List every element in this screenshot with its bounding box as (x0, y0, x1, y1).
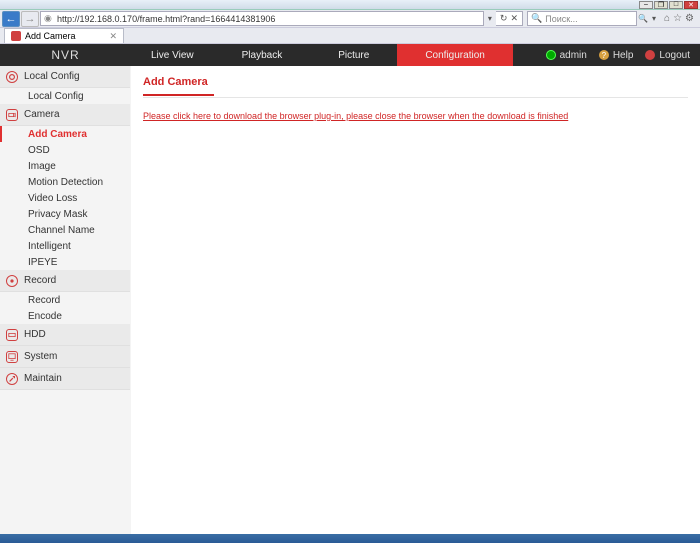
url-controls: ↻ ✕ (496, 11, 523, 26)
sidebar: Local Config Local Config Camera Add Cam… (0, 66, 131, 534)
maximize-button[interactable]: □ (669, 1, 683, 9)
app-body: Local Config Local Config Camera Add Cam… (0, 66, 700, 534)
search-dropdown[interactable]: ▾ (649, 14, 659, 23)
username: admin (560, 50, 587, 61)
tab-bar: Add Camera ✕ (0, 28, 700, 44)
sidebar-item-local-config[interactable]: Local Config (0, 88, 130, 104)
search-icon: 🔍 (531, 13, 542, 24)
sidebar-item-ipeye[interactable]: IPEYE (0, 254, 130, 270)
gear-icon (6, 71, 18, 83)
sidebar-group-system[interactable]: System (0, 346, 130, 368)
search-go-button[interactable]: 🔍 (638, 14, 648, 23)
restore-button[interactable]: ❐ (654, 1, 668, 9)
tab-title: Add Camera (25, 31, 76, 41)
address-bar: ← → ◉ http://192.168.0.170/frame.html?ra… (0, 10, 700, 28)
title-rule (143, 97, 688, 98)
brand-logo: NVR (0, 48, 131, 62)
sidebar-item-osd[interactable]: OSD (0, 142, 130, 158)
sidebar-item-privacy-mask[interactable]: Privacy Mask (0, 206, 130, 222)
url-dropdown[interactable]: ▾ (485, 14, 495, 23)
sidebar-item-record[interactable]: Record (0, 292, 130, 308)
app-header: NVR Live View Playback Picture Configura… (0, 44, 700, 66)
window-titlebar: – ❐ □ ✕ (0, 0, 700, 10)
url-input[interactable]: ◉ http://192.168.0.170/frame.html?rand=1… (40, 11, 484, 26)
globe-icon: ◉ (44, 13, 54, 24)
tab-close-button[interactable]: ✕ (110, 31, 118, 42)
camera-icon (6, 109, 18, 121)
nav-playback[interactable]: Playback (214, 44, 311, 66)
sidebar-group-local-config[interactable]: Local Config (0, 66, 130, 88)
refresh-button[interactable]: ↻ (500, 13, 508, 24)
nav-live-view[interactable]: Live View (131, 44, 214, 66)
sidebar-group-camera[interactable]: Camera (0, 104, 130, 126)
browser-tab[interactable]: Add Camera ✕ (4, 28, 124, 43)
search-input[interactable]: 🔍 Поиск... (527, 11, 637, 26)
user-icon (546, 50, 556, 60)
favorites-icon[interactable]: ☆ (673, 13, 682, 24)
windows-taskbar[interactable] (0, 534, 700, 543)
sidebar-group-record[interactable]: Record (0, 270, 130, 292)
main-nav: Live View Playback Picture Configuration (131, 44, 513, 66)
group-label: Record (24, 275, 56, 286)
user-menu[interactable]: admin (546, 50, 587, 61)
sidebar-item-image[interactable]: Image (0, 158, 130, 174)
group-label: Maintain (24, 373, 62, 384)
stop-button[interactable]: ✕ (510, 13, 518, 24)
logout-link[interactable]: Logout (645, 50, 690, 61)
close-window-button[interactable]: ✕ (684, 1, 698, 9)
tab-favicon (11, 31, 21, 41)
sidebar-item-video-loss[interactable]: Video Loss (0, 190, 130, 206)
header-right: admin ? Help Logout (546, 50, 700, 61)
group-label: HDD (24, 329, 46, 340)
url-text: http://192.168.0.170/frame.html?rand=166… (57, 14, 275, 24)
logout-icon (645, 50, 655, 60)
search-placeholder: Поиск... (545, 14, 577, 24)
forward-button[interactable]: → (21, 11, 39, 27)
sidebar-group-maintain[interactable]: Maintain (0, 368, 130, 390)
download-plugin-link[interactable]: Please click here to download the browse… (143, 111, 568, 121)
nav-configuration[interactable]: Configuration (397, 44, 512, 66)
help-label: Help (613, 50, 634, 61)
sidebar-item-channel-name[interactable]: Channel Name (0, 222, 130, 238)
sidebar-item-add-camera[interactable]: Add Camera (0, 126, 130, 142)
tools-icon[interactable]: ⚙ (685, 13, 694, 24)
title-underline (143, 94, 214, 96)
maintain-icon (6, 373, 18, 385)
home-icon[interactable]: ⌂ (664, 13, 670, 24)
group-label: System (24, 351, 57, 362)
group-label: Camera (24, 109, 60, 120)
help-link[interactable]: ? Help (599, 50, 634, 61)
content-title: Add Camera (143, 76, 688, 94)
help-icon: ? (599, 50, 609, 60)
sidebar-item-motion[interactable]: Motion Detection (0, 174, 130, 190)
sidebar-item-intelligent[interactable]: Intelligent (0, 238, 130, 254)
sidebar-item-encode[interactable]: Encode (0, 308, 130, 324)
logout-label: Logout (659, 50, 690, 61)
nav-picture[interactable]: Picture (310, 44, 397, 66)
group-label: Local Config (24, 71, 80, 82)
sidebar-group-hdd[interactable]: HDD (0, 324, 130, 346)
record-icon (6, 275, 18, 287)
minimize-button[interactable]: – (639, 1, 653, 9)
hdd-icon (6, 329, 18, 341)
content-area: Add Camera Please click here to download… (131, 66, 700, 534)
back-button[interactable]: ← (2, 11, 20, 27)
system-icon (6, 351, 18, 363)
